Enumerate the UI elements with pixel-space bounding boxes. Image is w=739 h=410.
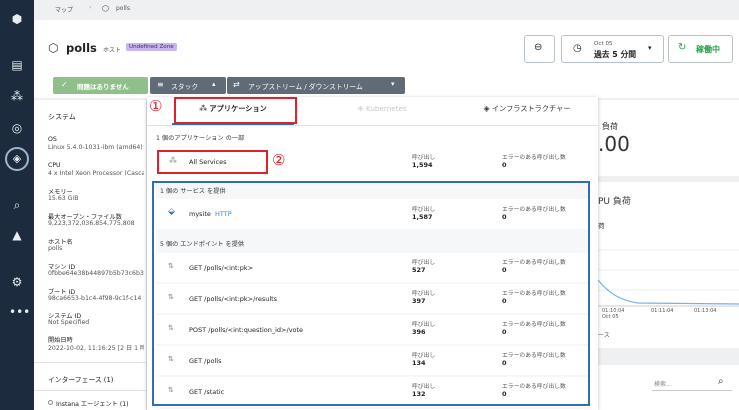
field-value: polls	[48, 245, 63, 252]
agent-row[interactable]: Instana エージェント (1)	[56, 399, 129, 408]
page-title: polls	[66, 41, 97, 55]
host-type-label: ホスト	[103, 47, 122, 54]
time-range: 過去 5 分間	[594, 50, 637, 59]
zone-badge: Undefined Zone	[126, 43, 177, 51]
annotation-box-services	[152, 181, 590, 406]
cpu-load-title: PU 負荷	[598, 197, 631, 207]
cpu-subtitle: 荷	[598, 222, 605, 230]
shuffle-icon: ⇄	[233, 80, 240, 89]
analytics-search-icon[interactable]: ⌕	[9, 197, 25, 213]
load-value: .00	[598, 132, 630, 156]
search-icon: ⌕	[718, 376, 724, 387]
legend-label: ース	[598, 332, 610, 339]
field-value: 9,223,372,036,854,775,808	[48, 220, 135, 227]
websites-icon[interactable]: ◎	[9, 120, 25, 136]
applications-icon[interactable]: ⁂	[9, 88, 25, 104]
errors-header: エラーのある呼び出し数	[502, 155, 566, 161]
app-section-title: 1 個のアプリケーション の一部	[156, 135, 245, 142]
calls-value: 1,594	[412, 161, 433, 169]
infrastructure-icon: ◈	[483, 104, 490, 113]
chevron-down-icon: ▾	[648, 44, 652, 52]
errors-value: 0	[502, 161, 507, 169]
instana-logo-icon[interactable]: ⬢	[9, 11, 25, 27]
search-input[interactable]: 検索...	[654, 379, 672, 388]
time-range-picker[interactable]: ◷ Oct 05 過去 5 分間 ▾	[561, 35, 664, 63]
check-circle-icon: ✓	[61, 80, 68, 89]
field-value: Not Specified	[48, 319, 90, 326]
stack-label: スタック	[171, 83, 199, 91]
system-title: システム	[48, 113, 76, 121]
left-nav-rail: ⬢ ▤ ⁂ ◎ ◈ ⌕ ▲ ⚙ •••	[0, 0, 34, 410]
card-gap	[598, 176, 739, 182]
chart-tick: 01:11:04	[651, 308, 674, 314]
breadcrumb-map-link[interactable]: マップ	[55, 5, 73, 14]
upstream-label: アップストリーム / ダウンストリーム	[248, 83, 363, 91]
chevron-down-icon: ▾	[391, 80, 395, 88]
upstream-downstream-button[interactable]: ⇄ アップストリーム / ダウンストリーム ▾	[227, 77, 405, 94]
system-panel: システム OS Linux 5.4.0-1031-ibm (amd64) CPU…	[34, 100, 147, 410]
dashboard-icon[interactable]: ▤	[9, 57, 25, 73]
status-label: 問題はありません	[77, 83, 129, 91]
field-value: 15.63 GiB	[48, 195, 79, 202]
breadcrumb-separator: ›	[89, 4, 92, 11]
chart-tick: 01:13:04	[694, 308, 717, 314]
field-value: 98ca6653-b1c4-4f98-9c1f-c14	[48, 295, 142, 302]
search-field[interactable]: 検索... ⌕	[652, 375, 732, 391]
time-date: Oct 05	[594, 41, 613, 47]
card-gap	[598, 348, 739, 365]
field-value: Linux 5.4.0-1031-ibm (amd64)	[48, 144, 143, 151]
divider	[147, 125, 598, 126]
annotation-box-all-services	[157, 150, 268, 174]
field-value: 0fbbe64e38b44897b5b73c6b3f	[48, 270, 144, 277]
refresh-icon: ↻	[678, 42, 687, 53]
more-icon[interactable]: •••	[9, 304, 30, 320]
interfaces-title: インターフェース (1)	[48, 376, 114, 384]
field-value: 4 x Intel Xeon Processor (Cascade	[48, 170, 144, 177]
stack-button[interactable]: ≡ スタック ▴	[150, 77, 226, 94]
field-label: OS	[48, 136, 57, 143]
annotation-box-applications-tab	[174, 97, 297, 124]
infrastructure-icon[interactable]: ◈	[5, 147, 29, 171]
annotation-number-2: ②	[272, 151, 286, 169]
live-label: 稼働中	[696, 45, 720, 54]
host-header: ⬡ polls ホスト Undefined Zone ⊖ ◷ Oct 05 過去…	[34, 20, 739, 98]
settings-gear-icon[interactable]: ⚙	[9, 274, 25, 290]
agent-icon	[48, 400, 53, 405]
field-value: 2022-10-02, 11:16:25 [2 日 1 時	[48, 345, 144, 352]
tab-infrastructure[interactable]: ◈ インフラストラクチャー	[467, 97, 587, 125]
kubernetes-icon: ⎈	[357, 104, 364, 113]
events-warning-icon[interactable]: ▲	[9, 227, 25, 243]
cpu-chart	[598, 249, 739, 307]
field-label: CPU	[48, 162, 61, 169]
breadcrumb-current: polls	[116, 5, 130, 12]
load-title: 負荷	[602, 122, 618, 131]
divider	[34, 362, 147, 363]
link-icon: ⊖	[534, 42, 543, 53]
stack-icon: ≡	[157, 80, 164, 89]
status-button[interactable]: ✓ 問題はありません	[53, 77, 148, 94]
breadcrumb-host-icon: ⬡	[102, 4, 109, 13]
copy-link-button[interactable]: ⊖	[524, 35, 555, 63]
tab-kubernetes: ⎈ Kubernetes	[357, 104, 407, 113]
chart-tick-date: Oct 05	[602, 314, 619, 320]
divider	[34, 390, 147, 391]
host-icon: ⬡	[48, 41, 59, 55]
clock-icon: ◷	[573, 43, 582, 54]
annotation-number-1: ①	[149, 97, 163, 115]
calls-header: 呼び出し	[412, 155, 436, 161]
metrics-area: 負荷 .00 PU 負荷 荷 01:10:04 Oct 05 01:11:04 …	[598, 100, 739, 410]
breadcrumb: マップ › ⬡ polls	[34, 0, 739, 20]
live-mode-button[interactable]: ↻ 稼働中	[668, 35, 733, 63]
chevron-up-icon: ▴	[212, 80, 216, 88]
